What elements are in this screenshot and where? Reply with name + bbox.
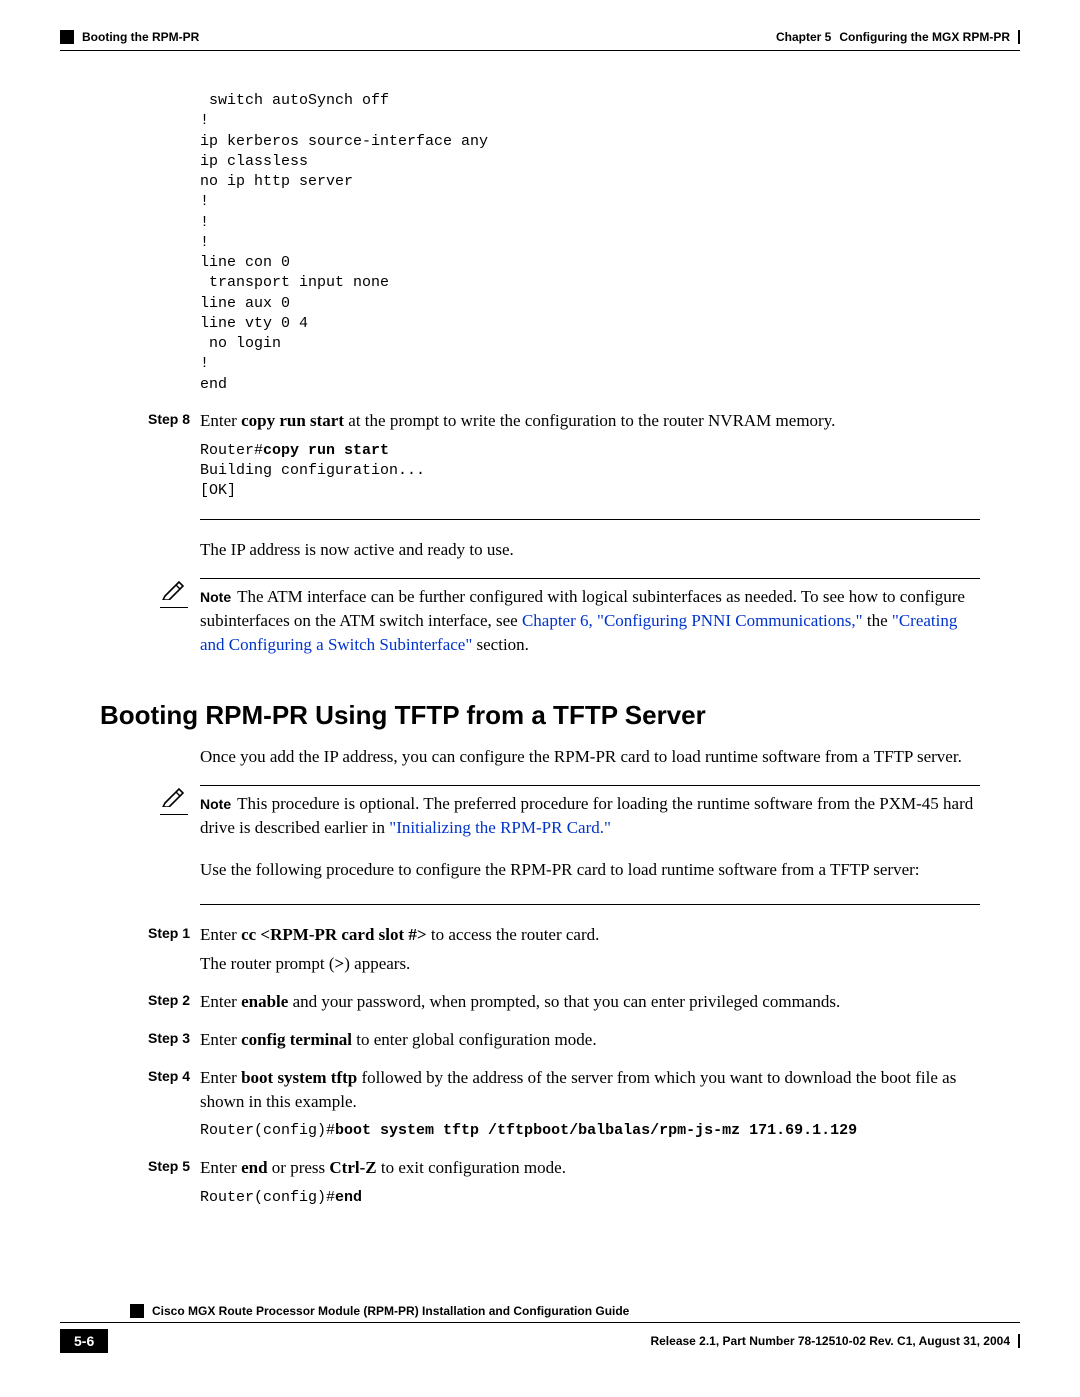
note-2-body: NoteThis procedure is optional. The pref… [200, 785, 980, 840]
note-2-top-rule [200, 785, 980, 786]
step5-t1: Enter [200, 1158, 241, 1177]
step5-cmd1: end [241, 1158, 267, 1177]
note-1-underline [160, 607, 188, 608]
step5-t2: to exit configuration mode. [377, 1158, 566, 1177]
step-8-label: Step 8 [148, 409, 200, 427]
step-3-label: Step 3 [148, 1028, 200, 1046]
section-divider-2 [200, 904, 980, 905]
step3-cmd: config terminal [241, 1030, 352, 1049]
footer-bar-icon [1018, 1334, 1020, 1348]
header-rule [60, 50, 1020, 51]
step-2: Step 2 Enter enable and your password, w… [148, 990, 980, 1014]
step4-cmd: boot system tftp [241, 1068, 357, 1087]
footer-release-text: Release 2.1, Part Number 78-12510-02 Rev… [650, 1334, 1010, 1348]
step5-mid: or press [268, 1158, 330, 1177]
step-5: Step 5 Enter end or press Ctrl-Z to exit… [148, 1156, 980, 1208]
section-heading: Booting RPM-PR Using TFTP from a TFTP Se… [100, 700, 1020, 731]
footer-title-row: Cisco MGX Route Processor Module (RPM-PR… [130, 1304, 1020, 1318]
footer-rule [60, 1322, 1020, 1323]
step4-t1: Enter [200, 1068, 241, 1087]
step5-out-cmd: end [335, 1189, 362, 1206]
note-2: NoteThis procedure is optional. The pref… [148, 785, 980, 840]
note-1-body: NoteThe ATM interface can be further con… [200, 578, 980, 656]
header-chapter-title: Configuring the MGX RPM-PR [839, 30, 1010, 44]
config-output-text: switch autoSynch off ! ip kerberos sourc… [200, 91, 980, 395]
step3-t2: to enter global configuration mode. [352, 1030, 597, 1049]
step8-t1: Enter [200, 411, 241, 430]
step1-t1: Enter [200, 925, 241, 944]
footer-release: Release 2.1, Part Number 78-12510-02 Rev… [650, 1334, 1020, 1348]
note-2-text: NoteThis procedure is optional. The pref… [200, 792, 980, 840]
note-1-top-rule [200, 578, 980, 579]
footer-bottom: 5-6 Release 2.1, Part Number 78-12510-02… [60, 1329, 1020, 1353]
page-footer: Cisco MGX Route Processor Module (RPM-PR… [60, 1304, 1020, 1353]
step-4-label: Step 4 [148, 1066, 200, 1084]
note-1-label: Note [200, 589, 231, 605]
step-1-body: Enter cc <RPM-PR card slot #> to access … [200, 923, 980, 977]
step4-out-cmd: boot system tftp /tftpboot/balbalas/rpm-… [335, 1122, 857, 1139]
header-left: Booting the RPM-PR [60, 30, 199, 44]
step5-out-prefix: Router(config)# [200, 1189, 335, 1206]
page-header: Booting the RPM-PR Chapter 5 Configuring… [60, 30, 1020, 44]
step5-output: Router(config)#end [200, 1188, 980, 1208]
step1-p2c: ) appears. [344, 954, 410, 973]
footer-doc-title: Cisco MGX Route Processor Module (RPM-PR… [152, 1304, 629, 1318]
note1-t2: the [863, 611, 892, 630]
section-divider-1 [200, 519, 980, 520]
page-number-badge: 5-6 [60, 1329, 108, 1353]
step-5-body: Enter end or press Ctrl-Z to exit config… [200, 1156, 980, 1208]
step-2-label: Step 2 [148, 990, 200, 1008]
step2-t2: and your password, when prompted, so tha… [288, 992, 840, 1011]
followup-para: Use the following procedure to configure… [200, 858, 980, 882]
step8-out-prefix: Router# [200, 442, 263, 459]
step2-t1: Enter [200, 992, 241, 1011]
step8-out-rest: Building configuration... [OK] [200, 462, 425, 499]
header-right: Chapter 5 Configuring the MGX RPM-PR [776, 30, 1020, 44]
step8-out-cmd: copy run start [263, 442, 389, 459]
note1-t3: section. [472, 635, 529, 654]
note-1-icon-col [148, 578, 200, 608]
note-2-underline [160, 814, 188, 815]
step1-p2b: > [335, 954, 345, 973]
pencil-icon [161, 578, 187, 600]
note2-link1[interactable]: "Initializing the RPM-PR Card." [389, 818, 611, 837]
note1-link1[interactable]: Chapter 6, "Configuring PNNI Communicati… [522, 611, 863, 630]
step1-p2: The router prompt (>) appears. [200, 952, 980, 976]
step-1: Step 1 Enter cc <RPM-PR card slot #> to … [148, 923, 980, 977]
header-left-text: Booting the RPM-PR [82, 30, 199, 44]
step-8-body: Enter copy run start at the prompt to wr… [200, 409, 980, 502]
step-5-label: Step 5 [148, 1156, 200, 1174]
step1-cmd: cc <RPM-PR card slot #> [241, 925, 427, 944]
step8-cmd: copy run start [241, 411, 344, 430]
step8-t2: at the prompt to write the configuration… [344, 411, 835, 430]
note-2-label: Note [200, 796, 231, 812]
ip-active-para: The IP address is now active and ready t… [200, 538, 980, 562]
pencil-icon [161, 785, 187, 807]
step-2-body: Enter enable and your password, when pro… [200, 990, 980, 1014]
header-square-icon [60, 30, 74, 44]
note-1-text: NoteThe ATM interface can be further con… [200, 585, 980, 656]
step2-cmd: enable [241, 992, 288, 1011]
step-3-body: Enter config terminal to enter global co… [200, 1028, 980, 1052]
config-output-block: switch autoSynch off ! ip kerberos sourc… [200, 91, 980, 395]
step-4: Step 4 Enter boot system tftp followed b… [148, 1066, 980, 1142]
step4-out-prefix: Router(config)# [200, 1122, 335, 1139]
note-1: NoteThe ATM interface can be further con… [148, 578, 980, 656]
header-chapter-label: Chapter 5 [776, 30, 831, 44]
step-3: Step 3 Enter config terminal to enter gl… [148, 1028, 980, 1052]
note-2-icon-col [148, 785, 200, 815]
step1-t2: to access the router card. [427, 925, 600, 944]
step4-output: Router(config)#boot system tftp /tftpboo… [200, 1121, 980, 1141]
step5-cmd2: Ctrl-Z [329, 1158, 376, 1177]
intro-para: Once you add the IP address, you can con… [200, 745, 980, 769]
step8-output: Router#copy run start Building configura… [200, 441, 980, 502]
step-4-body: Enter boot system tftp followed by the a… [200, 1066, 980, 1142]
footer-square-icon [130, 1304, 144, 1318]
step-1-label: Step 1 [148, 923, 200, 941]
step-8: Step 8 Enter copy run start at the promp… [148, 409, 980, 502]
step3-t1: Enter [200, 1030, 241, 1049]
step1-p2a: The router prompt ( [200, 954, 335, 973]
header-bar-icon [1018, 30, 1020, 44]
